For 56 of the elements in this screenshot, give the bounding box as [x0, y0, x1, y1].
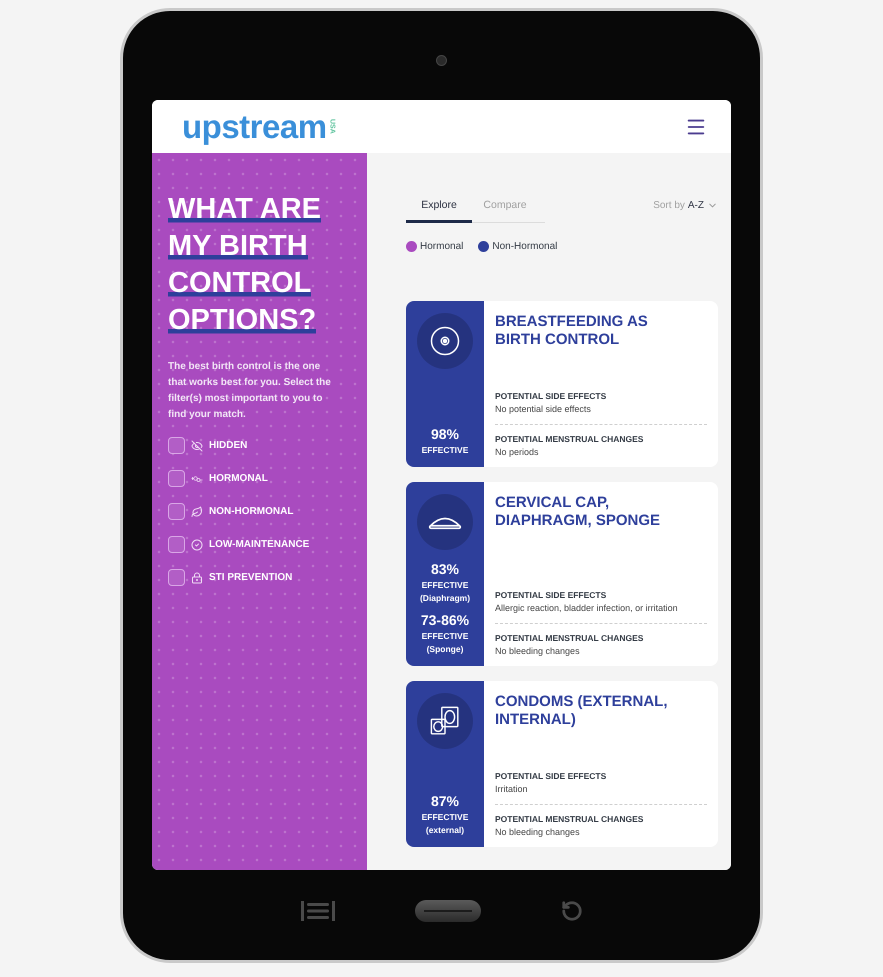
view-tab[interactable]: Compare: [472, 198, 538, 223]
packets-icon: [429, 704, 461, 737]
method-card[interactable]: 87% EFFECTIVE (external) CONDOMS (EXTERNAL, INTERNAL) POTENTIAL SIDE EFFECTS Irritation POTENTIAL MENSTRUAL CHANGES No bleeding changes: [406, 680, 718, 847]
effectiveness-value: 98%: [430, 424, 459, 443]
lock-icon: [191, 572, 203, 584]
target-icon: [430, 326, 460, 356]
filter-option[interactable]: HIDDEN: [168, 437, 351, 454]
sort-dropdown[interactable]: Sort by A-Z: [653, 198, 718, 213]
effectiveness-label: EFFECTIVE: [422, 810, 468, 824]
logo-text[interactable]: upstream: [182, 110, 327, 143]
section-label: POTENTIAL SIDE EFFECTS: [495, 770, 608, 782]
check-circle-icon: [191, 538, 203, 550]
filter-option[interactable]: HORMONAL: [168, 470, 351, 487]
view-tab[interactable]: Explore: [406, 198, 472, 223]
camera-lens: [436, 55, 447, 66]
method-card[interactable]: [406, 482, 718, 666]
effectiveness-value: 73-86%: [420, 610, 470, 629]
eye-slash-icon: [191, 440, 203, 452]
method-card[interactable]: 98% EFFECTIVE BREASTFEEDING AS BIRTH CONTROL POTENTIAL SIDE EFFECTS No potential side effects POTENTIAL MENSTRUAL CHANGES No periods: [406, 300, 718, 467]
section-text: No potential side effects: [495, 402, 592, 416]
checkbox[interactable]: [168, 470, 185, 487]
section-label: POTENTIAL SIDE EFFECTS: [495, 390, 608, 402]
filter-option[interactable]: STI PREVENTION: [168, 569, 351, 586]
leaf-icon: [191, 506, 203, 518]
filter-option[interactable]: LOW-MAINTENANCE: [168, 536, 351, 553]
checkbox[interactable]: [168, 536, 185, 553]
checkbox[interactable]: [168, 569, 185, 586]
effectiveness-value: 83%: [430, 560, 460, 578]
section-text: Allergic reaction, bladder infection, or irritation: [495, 602, 679, 615]
effectiveness-label: EFFECTIVE: [422, 578, 468, 592]
effectiveness-note: (Diaphragm): [420, 592, 470, 605]
list-icon[interactable]: [300, 901, 334, 921]
filter-option[interactable]: NON-HORMONAL: [168, 503, 351, 520]
home-button[interactable]: [414, 900, 480, 922]
card-title: BREASTFEEDING AS BIRTH CONTROL: [495, 312, 649, 349]
section-label: POTENTIAL MENSTRUAL CHANGES: [495, 632, 644, 644]
rotate-icon[interactable]: [560, 900, 582, 922]
section-label: POTENTIAL MENSTRUAL CHANGES: [495, 812, 644, 825]
effectiveness-label: EFFECTIVE: [422, 630, 468, 643]
card-title: CERVICAL CAP, DIAPHRAGM, SPONGE: [495, 494, 662, 530]
checkbox[interactable]: [168, 437, 185, 454]
section-label: POTENTIAL MENSTRUAL CHANGES: [495, 432, 644, 445]
legend-label: Hormonal: [420, 240, 464, 254]
section-text: No bleeding changes: [495, 644, 581, 658]
effectiveness-note: (Sponge): [426, 642, 464, 656]
section-label: POTENTIAL SIDE EFFECTS: [495, 588, 608, 601]
effectiveness-label: EFFECTIVE: [422, 444, 468, 457]
legend-label: Non-Hormonal: [492, 240, 558, 254]
checkbox[interactable]: [168, 503, 185, 520]
intro-text: The best birth control is the one that works best for you. Select the filter(s) most important to you to find your match.: [168, 360, 332, 422]
effectiveness-value: 87%: [430, 792, 459, 810]
card-title: CONDOMS (EXTERNAL, INTERNAL): [495, 692, 668, 729]
effectiveness-note: (external): [426, 824, 464, 837]
section-text: No bleeding changes: [495, 826, 581, 839]
section-text: Irritation: [495, 782, 529, 796]
section-text: No periods: [495, 446, 540, 459]
